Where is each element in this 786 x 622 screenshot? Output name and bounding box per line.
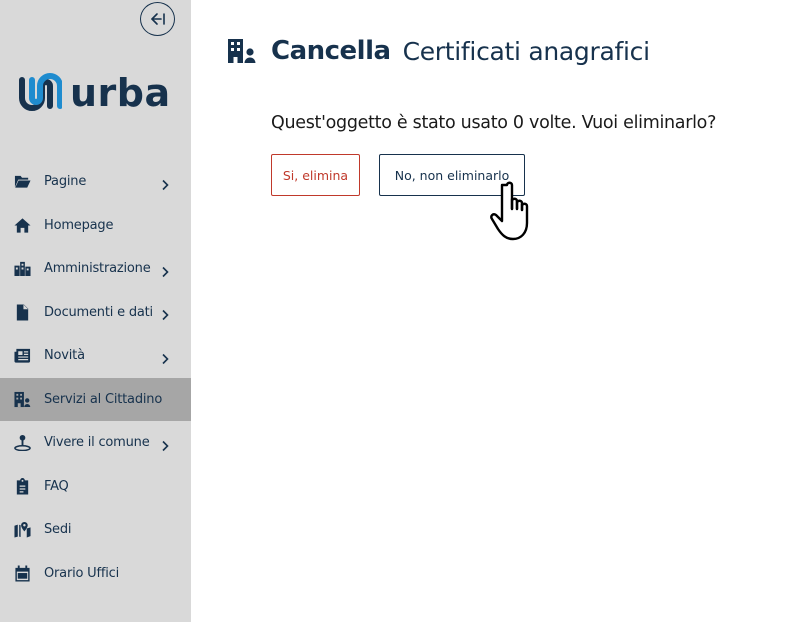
sidebar-item-orario-uffici[interactable]: Orario Uffici <box>0 552 191 596</box>
sidebar-item-label: Documenti e dati <box>44 304 153 320</box>
calendar-icon <box>13 564 31 582</box>
chevron-right-icon <box>160 437 170 451</box>
clipboard-icon <box>13 477 31 495</box>
page-title-action: Cancella <box>271 36 391 66</box>
confirm-delete-button[interactable]: Si, elimina <box>271 154 360 196</box>
building-user-icon <box>227 38 257 64</box>
sidebar-item-label: Orario Uffici <box>44 565 120 581</box>
sidebar: urba Pagine Homepage Amministrazione Doc… <box>0 0 191 622</box>
sidebar-item-label: Vivere il comune <box>44 435 150 451</box>
city-icon <box>13 260 31 278</box>
urba-logo-icon <box>19 73 62 111</box>
sidebar-item-documenti-e-dati[interactable]: Documenti e dati <box>0 291 191 335</box>
sidebar-item-label: Sedi <box>44 522 72 538</box>
sidebar-item-label: Homepage <box>44 217 114 233</box>
delete-confirmation-question: Quest'oggetto è stato usato 0 volte. Vuo… <box>271 113 717 133</box>
sidebar-item-label: Pagine <box>44 174 87 190</box>
sidebar-item-servizi-al-cittadino[interactable]: Servizi al Cittadino <box>0 377 191 421</box>
newspaper-icon <box>13 347 31 365</box>
sidebar-item-faq[interactable]: FAQ <box>0 465 191 509</box>
folder-open-icon <box>13 173 31 191</box>
sidebar-item-sedi[interactable]: Sedi <box>0 508 191 552</box>
arrow-left-bar-icon <box>150 13 165 25</box>
sidebar-item-label: Amministrazione <box>44 261 151 277</box>
collapse-sidebar-button[interactable] <box>140 2 175 36</box>
sidebar-item-novita[interactable]: Novità <box>0 334 191 378</box>
map-location-icon <box>13 521 31 539</box>
file-icon <box>13 303 31 321</box>
sidebar-item-homepage[interactable]: Homepage <box>0 204 191 248</box>
home-icon <box>13 216 31 234</box>
chevron-right-icon <box>160 350 170 364</box>
urba-logo[interactable]: urba <box>16 70 171 116</box>
page-title-entity: Certificati anagrafici <box>402 36 650 66</box>
sidebar-item-label: FAQ <box>44 478 69 494</box>
sidebar-nav: Pagine Homepage Amministrazione Document… <box>0 160 191 595</box>
chevron-right-icon <box>160 306 170 321</box>
main-content: Cancella Certificati anagrafici Quest'og… <box>191 0 786 622</box>
building-user-icon <box>13 390 31 408</box>
map-pin-icon <box>13 434 31 452</box>
chevron-right-icon <box>160 176 170 190</box>
page-title: Cancella Certificati anagrafici <box>227 36 650 66</box>
chevron-right-icon <box>160 263 170 277</box>
logo-text: urba <box>70 71 171 115</box>
sidebar-item-label: Servizi al Cittadino <box>44 391 163 407</box>
cancel-delete-button[interactable]: No, non eliminarlo <box>379 154 525 196</box>
sidebar-item-pagine[interactable]: Pagine <box>0 160 191 204</box>
sidebar-item-vivere-il-comune[interactable]: Vivere il comune <box>0 421 191 465</box>
sidebar-item-label: Novità <box>44 348 85 364</box>
sidebar-item-amministrazione[interactable]: Amministrazione <box>0 247 191 291</box>
